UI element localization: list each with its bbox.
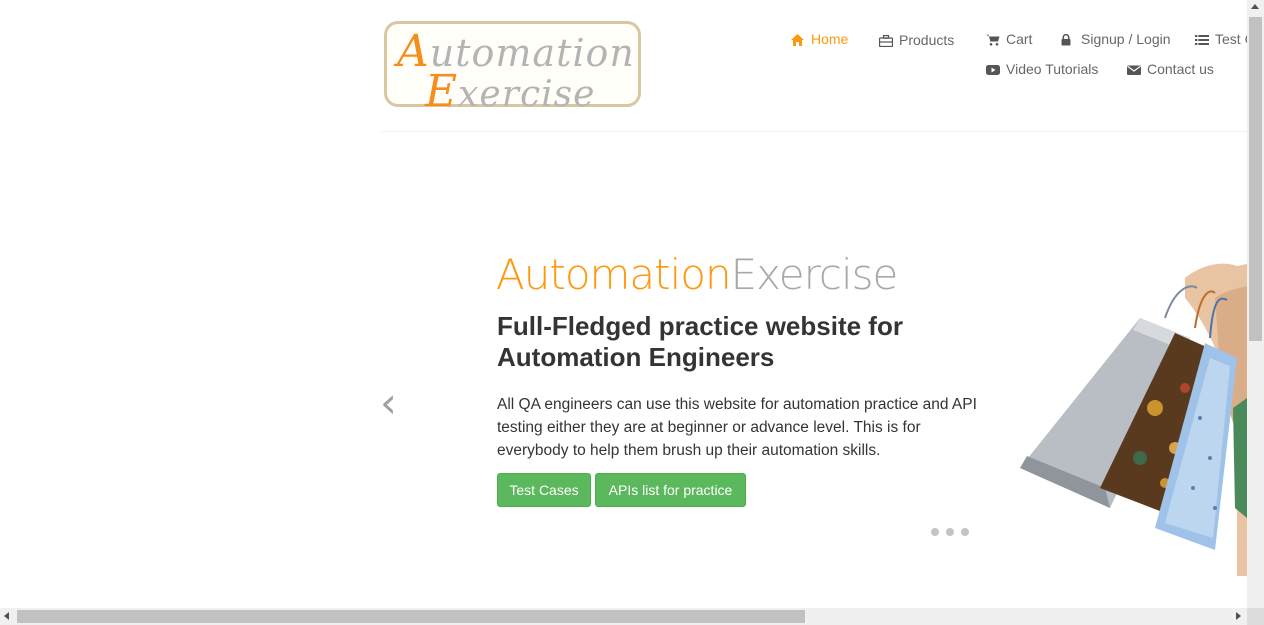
slider-brand-title: AutomationExercise xyxy=(496,250,899,299)
shopping-bags-image xyxy=(1015,258,1247,576)
nav-label: Signup / Login xyxy=(1081,31,1171,47)
nav-item-video-tutorials[interactable]: Video Tutorials xyxy=(986,61,1098,77)
list-icon xyxy=(1195,33,1209,45)
scroll-right-arrow-icon[interactable] xyxy=(1236,612,1241,620)
slider-description: All QA engineers can use this website fo… xyxy=(497,396,977,459)
envelope-icon xyxy=(1127,63,1141,75)
briefcase-icon xyxy=(878,34,894,48)
carousel-dot[interactable] xyxy=(931,528,939,536)
nav-item-home[interactable]: Home xyxy=(791,31,848,47)
brand-exercise: Exercise xyxy=(730,250,899,299)
nav-label: Video Tutorials xyxy=(1006,61,1099,77)
nav-item-signup-login[interactable]: Signup / Login xyxy=(1061,31,1171,47)
scroll-up-arrow-icon[interactable] xyxy=(1251,4,1259,9)
nav-label: Home xyxy=(811,31,849,47)
home-icon xyxy=(791,33,804,46)
vertical-scrollbar[interactable] xyxy=(1247,0,1264,608)
nav-item-products[interactable]: Products xyxy=(878,32,955,48)
youtube-play-icon xyxy=(986,63,1000,75)
test-cases-button[interactable]: Test Cases xyxy=(497,473,591,507)
nav-label: Cart xyxy=(1006,31,1033,47)
apis-list-button[interactable]: APIs list for practice xyxy=(595,473,746,507)
shopping-cart-icon xyxy=(986,33,1000,46)
nav-item-cart[interactable]: Cart xyxy=(986,31,1032,47)
horizontal-scroll-thumb[interactable] xyxy=(17,610,805,623)
horizontal-scrollbar[interactable] xyxy=(0,608,1247,625)
nav-label: Products xyxy=(899,32,955,48)
vertical-scroll-thumb[interactable] xyxy=(1249,17,1262,341)
scroll-left-arrow-icon[interactable] xyxy=(4,612,9,620)
lock-icon xyxy=(1061,33,1074,46)
nav-item-contact-us[interactable]: Contact us xyxy=(1127,61,1214,77)
scrollbar-corner xyxy=(1247,608,1264,625)
main-nav: Home Products Cart Signup / Login Test C xyxy=(0,0,1247,90)
carousel-dot[interactable] xyxy=(946,528,954,536)
nav-item-test-cases[interactable]: Test C xyxy=(1195,31,1247,47)
header-divider xyxy=(382,131,1247,132)
carousel-indicators xyxy=(931,528,969,536)
carousel-dot[interactable] xyxy=(961,528,969,536)
page: Automation Exercise Home Products Cart S… xyxy=(0,0,1247,608)
nav-label: Test C xyxy=(1215,31,1247,47)
slider-headline: Full-Fledged practice website for Automa… xyxy=(497,311,903,372)
nav-label: Contact us xyxy=(1147,61,1214,77)
carousel-prev-arrow[interactable]: ‹ xyxy=(380,378,397,427)
brand-automation: Automation xyxy=(496,250,732,299)
